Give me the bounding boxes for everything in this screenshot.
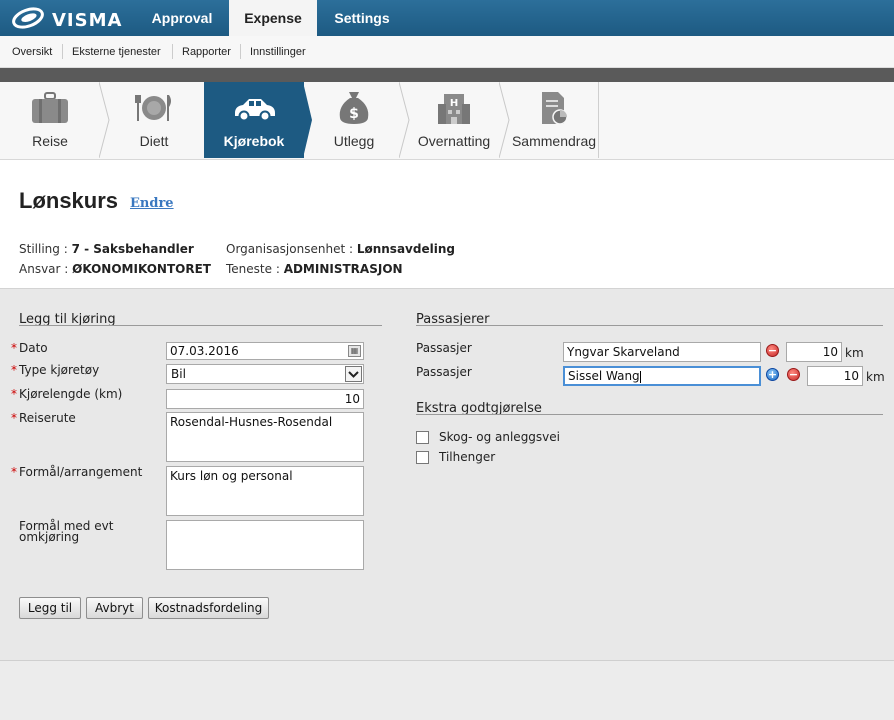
tab-diett[interactable]: Diett xyxy=(104,82,204,158)
km-unit: km xyxy=(866,370,885,384)
required-marker: * xyxy=(11,363,17,377)
add-passenger-icon[interactable]: + xyxy=(766,368,779,381)
topnav-approval[interactable]: Approval xyxy=(138,0,226,36)
kostnadsfordeling-button[interactable]: Kostnadsfordeling xyxy=(148,597,269,619)
tab-overnatting[interactable]: H Overnatting xyxy=(404,82,504,158)
km-unit: km xyxy=(845,346,864,360)
required-marker: * xyxy=(11,465,17,479)
type-kjoretoy-select[interactable]: Bil xyxy=(166,364,364,384)
tab-sammendrag[interactable]: Sammendrag xyxy=(504,82,604,158)
kjorelengde-input[interactable]: 10 xyxy=(166,389,364,409)
label-skog-anleggsvei: Skog- og anleggsvei xyxy=(439,430,560,444)
subnav-divider xyxy=(240,44,241,59)
topnav-settings[interactable]: Settings xyxy=(320,0,404,36)
reiserute-textarea[interactable]: Rosendal-Husnes-Rosendal xyxy=(166,412,364,462)
required-marker: * xyxy=(11,341,17,355)
tab-strip-edge xyxy=(598,82,599,158)
text-cursor xyxy=(639,370,641,383)
tab-label: Sammendrag xyxy=(511,133,597,149)
formal-textarea[interactable]: Kurs løn og personal xyxy=(166,466,364,516)
document-chart-icon xyxy=(542,92,568,125)
section-divider xyxy=(416,414,883,415)
plate-cutlery-icon xyxy=(135,95,171,121)
top-navigation-bar: VISMA Approval Expense Settings xyxy=(0,0,894,36)
dato-field[interactable]: 07.03.2016 ▦ xyxy=(166,342,364,360)
svg-text:$: $ xyxy=(349,106,359,122)
section-divider xyxy=(19,325,382,326)
visma-logo[interactable]: VISMA xyxy=(12,6,121,31)
divider-band xyxy=(0,68,894,82)
chevron-down-icon[interactable] xyxy=(345,366,362,382)
car-icon xyxy=(235,99,275,122)
formal-omkjoring-textarea[interactable] xyxy=(166,520,364,570)
calendar-icon[interactable]: ▦ xyxy=(348,345,361,357)
tilhenger-checkbox[interactable] xyxy=(416,451,429,464)
meta-ansvar: Ansvar : ØKONOMIKONTORET xyxy=(19,262,211,276)
suitcase-icon xyxy=(32,92,68,123)
meta-teneste: Teneste : ADMINISTRASJON xyxy=(226,262,403,276)
passenger-name-input-focused[interactable]: Sissel Wang xyxy=(563,366,761,386)
meta-stilling: Stilling : 7 - Saksbehandler xyxy=(19,242,194,256)
subnav-divider xyxy=(172,44,173,59)
svg-text:H: H xyxy=(450,98,458,109)
label-formal-omkjoring: Formål med evt omkjøring xyxy=(19,519,114,544)
tab-utlegg[interactable]: $ Utlegg xyxy=(304,82,404,158)
remove-passenger-icon[interactable]: − xyxy=(787,368,800,381)
meta-organisasjonsenhet: Organisasjonsenhet : Lønnsavdeling xyxy=(226,242,455,256)
subnav-innstillinger[interactable]: Innstillinger xyxy=(250,46,306,58)
trip-header: Lønskurs Endre Stilling : 7 - Saksbehand… xyxy=(0,160,894,288)
remove-passenger-icon[interactable]: − xyxy=(766,344,779,357)
edit-link[interactable]: Endre xyxy=(130,196,174,211)
topnav-expense[interactable]: Expense xyxy=(229,0,317,36)
required-marker: * xyxy=(11,387,17,401)
label-kjorelengde: * Kjørelengde (km) xyxy=(11,387,123,401)
subnav-divider xyxy=(62,44,63,59)
visma-swoosh-icon xyxy=(12,7,44,29)
tab-kjorebok[interactable]: Kjørebok xyxy=(204,82,304,158)
expense-steps-tabs: Reise Diett Kjørebok $ Utlegg H Overnatt… xyxy=(0,82,894,160)
page-footer xyxy=(0,661,894,720)
skog-anleggsvei-checkbox[interactable] xyxy=(416,431,429,444)
tab-label: Diett xyxy=(139,133,169,149)
avbryt-button[interactable]: Avbryt xyxy=(86,597,143,619)
passenger-km-input[interactable]: 10 xyxy=(807,366,863,386)
subnav-eksterne-tjenester[interactable]: Eksterne tjenester xyxy=(72,46,161,58)
required-marker: * xyxy=(11,411,17,425)
passenger-name-input[interactable]: Yngvar Skarveland xyxy=(563,342,761,362)
logo-text: VISMA xyxy=(52,10,123,31)
sub-navigation: Oversikt Eksterne tjenester Rapporter In… xyxy=(0,36,894,68)
label-formal-arrangement: * Formål/arrangement xyxy=(11,465,143,479)
tab-label: Kjørebok xyxy=(223,133,285,149)
label-passasjer: Passasjer xyxy=(416,365,472,379)
subnav-rapporter[interactable]: Rapporter xyxy=(182,46,231,58)
subnav-oversikt[interactable]: Oversikt xyxy=(12,46,52,58)
label-dato: * Dato xyxy=(11,341,48,355)
passenger-km-input[interactable]: 10 xyxy=(786,342,842,362)
label-tilhenger: Tilhenger xyxy=(439,450,496,464)
label-reiserute: * Reiserute xyxy=(11,411,76,425)
label-type-kjoretoy: * Type kjøretøy xyxy=(11,363,100,377)
tab-label: Overnatting xyxy=(417,133,491,149)
money-bag-icon: $ xyxy=(339,92,369,124)
tab-reise[interactable]: Reise xyxy=(0,82,100,158)
label-passasjer: Passasjer xyxy=(416,341,472,355)
tab-label: Utlegg xyxy=(333,133,375,149)
legg-til-button[interactable]: Legg til xyxy=(19,597,81,619)
hotel-icon: H xyxy=(438,94,470,124)
section-divider xyxy=(416,325,883,326)
page-title: Lønskurs xyxy=(19,188,119,213)
tab-label: Reise xyxy=(32,133,68,149)
